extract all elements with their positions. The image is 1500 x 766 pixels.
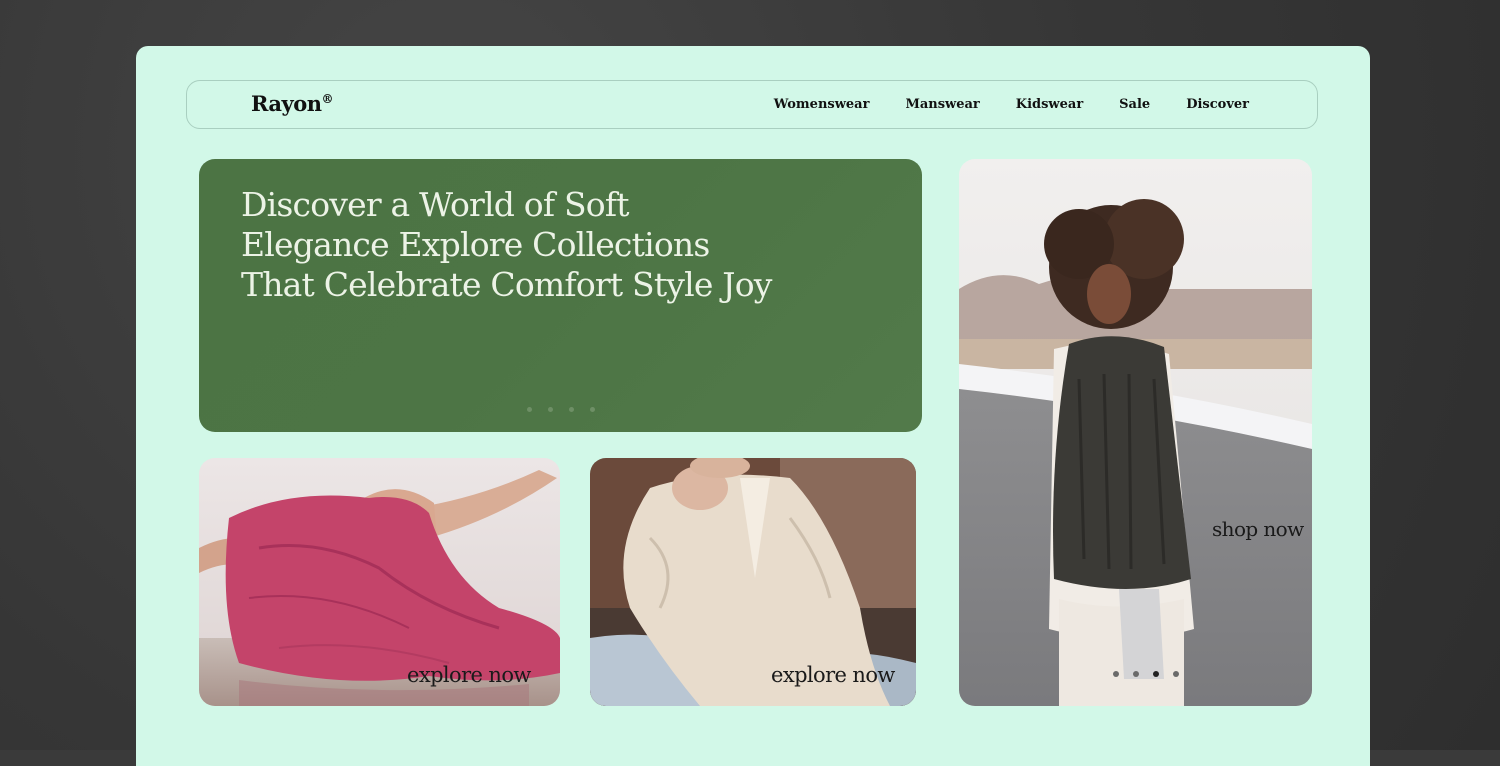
hero-dot-3[interactable]: [569, 407, 574, 412]
card-3-carousel-dots: [1113, 671, 1179, 677]
nav-item-discover[interactable]: Discover: [1186, 97, 1249, 112]
card-3-dot-2[interactable]: [1133, 671, 1139, 677]
hero-dot-2[interactable]: [548, 407, 553, 412]
hero-title-line-2: Elegance Explore Collections: [241, 225, 710, 264]
product-card-pink-dress[interactable]: explore now: [199, 458, 560, 706]
card-3-dot-1[interactable]: [1113, 671, 1119, 677]
product-card-blazer[interactable]: explore now: [590, 458, 916, 706]
nav-item-manswear[interactable]: Manswear: [905, 97, 979, 112]
card-1-explore-link[interactable]: explore now: [407, 663, 531, 687]
top-navbar: Rayon® Womenswear Manswear Kidswear Sale…: [186, 80, 1318, 129]
card-3-shop-link[interactable]: shop now: [1212, 517, 1304, 541]
card-2-explore-link[interactable]: explore now: [771, 663, 895, 687]
product-card-sweater-vest[interactable]: shop now: [959, 159, 1312, 706]
hero-dot-4[interactable]: [590, 407, 595, 412]
hero-dot-1[interactable]: [527, 407, 532, 412]
hero-title: Discover a World of Soft Elegance Explor…: [241, 185, 841, 305]
brand-name: Rayon: [251, 91, 322, 116]
page-frame: Rayon® Womenswear Manswear Kidswear Sale…: [136, 46, 1370, 766]
hero-title-line-3: That Celebrate Comfort Style Joy: [241, 265, 772, 304]
main-nav: Womenswear Manswear Kidswear Sale Discov…: [774, 81, 1249, 128]
hero-carousel-dots: [527, 407, 595, 412]
hero-banner: Discover a World of Soft Elegance Explor…: [199, 159, 922, 432]
hero-title-line-1: Discover a World of Soft: [241, 185, 630, 224]
nav-item-womenswear[interactable]: Womenswear: [774, 97, 870, 112]
brand-logo[interactable]: Rayon®: [251, 91, 334, 116]
brand-registered-mark: ®: [321, 92, 334, 106]
nav-item-sale[interactable]: Sale: [1119, 97, 1150, 112]
card-3-dot-4[interactable]: [1173, 671, 1179, 677]
nav-item-kidswear[interactable]: Kidswear: [1016, 97, 1083, 112]
card-3-dot-3[interactable]: [1153, 671, 1159, 677]
sweater-vest-photo: [959, 159, 1312, 706]
